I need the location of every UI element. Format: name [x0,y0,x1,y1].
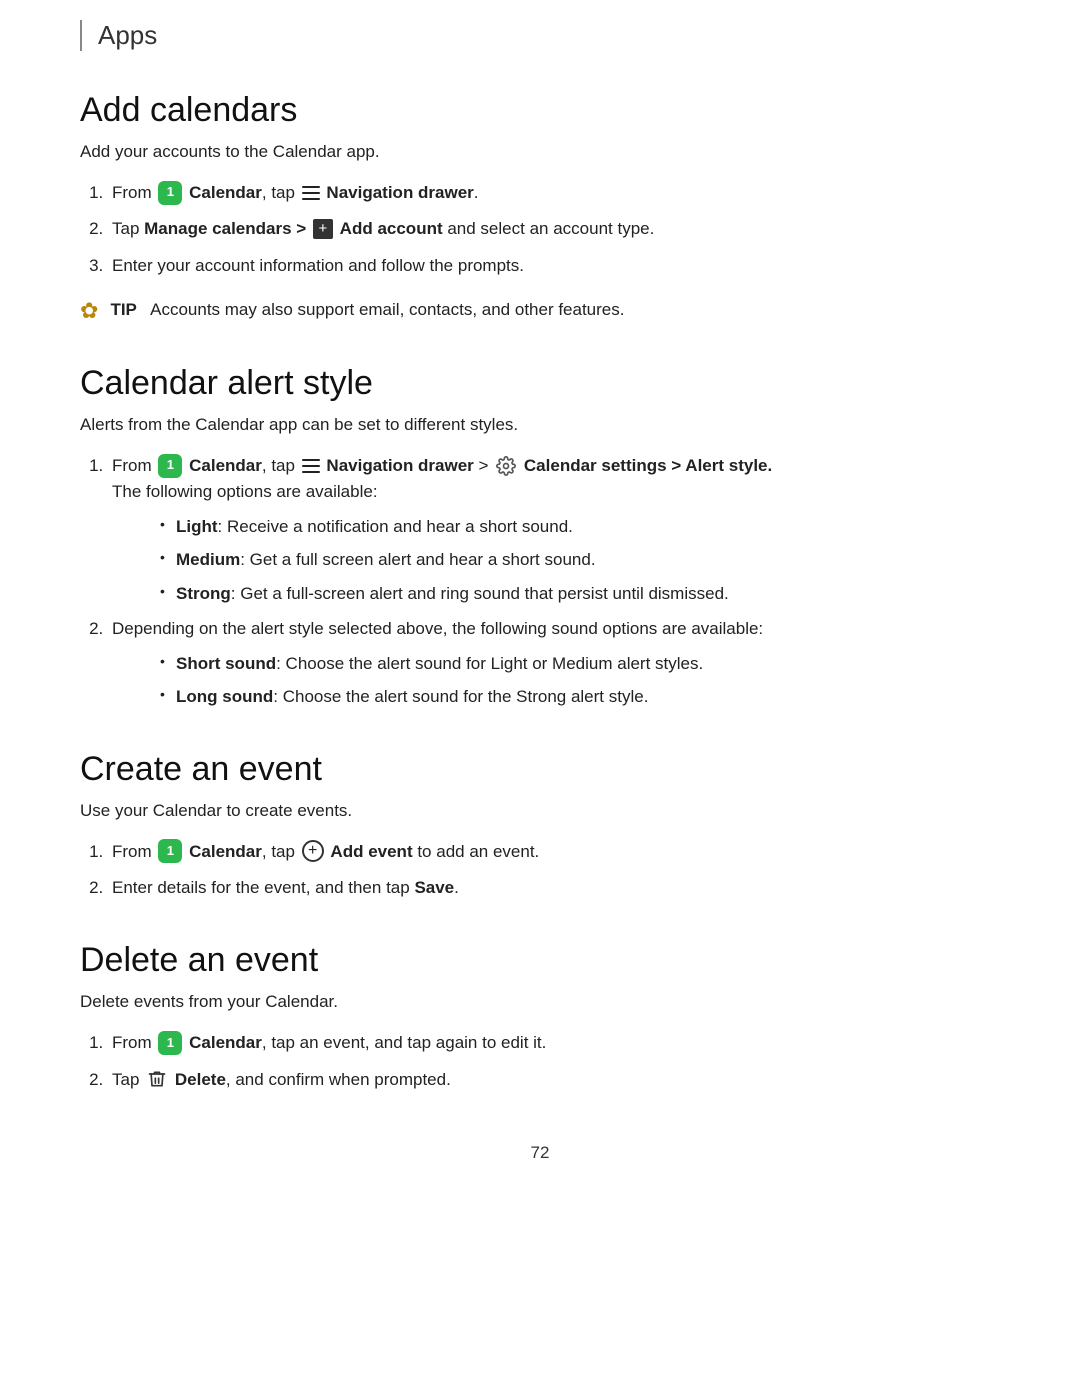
section-delete-event: Delete an event Delete events from your … [80,941,1000,1093]
steps-add-calendars: From 1 Calendar, tap Navigation drawer. … [108,180,1000,279]
step-2-delete-event: Tap Delete, and confirm when prompted. [108,1067,1000,1093]
bullet-long-sound: Long sound: Choose the alert sound for t… [160,684,1000,710]
bullet-strong: Strong: Get a full-screen alert and ring… [160,581,1000,607]
calendar-label-2: Calendar [189,456,262,475]
delete-label: Delete [175,1070,226,1089]
app-name-calendar: Calendar [189,183,262,202]
intro-delete-event: Delete events from your Calendar. [80,992,1000,1012]
add-event-icon: + [302,840,324,862]
sound-options-bullets: Short sound: Choose the alert sound for … [160,651,1000,710]
step-2-calendar-alert-style: Depending on the alert style selected ab… [108,616,1000,709]
tip-box: ✿ TIP Accounts may also support email, c… [80,297,1000,324]
step-1-delete-event: From 1 Calendar, tap an event, and tap a… [108,1030,1000,1056]
alert-style-subtext: The following options are available: [112,482,378,501]
steps-delete-event: From 1 Calendar, tap an event, and tap a… [108,1030,1000,1093]
bullet-medium: Medium: Get a full screen alert and hear… [160,547,1000,573]
nav-drawer-icon [302,186,320,200]
step-3-add-calendars: Enter your account information and follo… [108,253,1000,279]
heading-delete-event: Delete an event [80,941,1000,980]
header-title: Apps [98,20,157,50]
section-create-event: Create an event Use your Calendar to cre… [80,750,1000,902]
header: Apps [80,20,1000,51]
step-1-calendar-alert-style: From 1 Calendar, tap Navigation drawer >… [108,453,1000,606]
steps-calendar-alert-style: From 1 Calendar, tap Navigation drawer >… [108,453,1000,710]
page-number: 72 [80,1143,1000,1163]
calendar-app-icon-2: 1 [158,454,182,478]
steps-create-event: From 1 Calendar, tap + Add event to add … [108,839,1000,902]
calendar-app-icon: 1 [158,181,182,205]
calendar-label-3: Calendar [189,842,262,861]
bullet-short-sound: Short sound: Choose the alert sound for … [160,651,1000,677]
step-1-add-calendars: From 1 Calendar, tap Navigation drawer. [108,180,1000,206]
step-2-create-event: Enter details for the event, and then ta… [108,875,1000,901]
heading-calendar-alert-style: Calendar alert style [80,364,1000,403]
section-add-calendars: Add calendars Add your accounts to the C… [80,91,1000,324]
bullet-light: Light: Receive a notification and hear a… [160,514,1000,540]
alert-style-bullets: Light: Receive a notification and hear a… [160,514,1000,607]
calendar-app-icon-3: 1 [158,839,182,863]
trash-icon [146,1068,168,1090]
long-sound-label: Long sound [176,687,273,706]
add-event-label: Add event [330,842,412,861]
heading-create-event: Create an event [80,750,1000,789]
light-label: Light [176,517,218,536]
add-account-icon: + [313,219,333,239]
manage-calendars-label: Manage calendars > [144,219,306,238]
nav-drawer-label: Navigation drawer [326,183,473,202]
tip-label: TIP [110,300,136,319]
calendar-app-icon-4: 1 [158,1031,182,1055]
calendar-label-4: Calendar [189,1033,262,1052]
tip-icon: ✿ [80,298,98,324]
intro-calendar-alert-style: Alerts from the Calendar app can be set … [80,415,1000,435]
heading-add-calendars: Add calendars [80,91,1000,130]
medium-label: Medium [176,550,240,569]
step-1-create-event: From 1 Calendar, tap + Add event to add … [108,839,1000,865]
add-account-label: Add account [340,219,443,238]
tip-text: TIP Accounts may also support email, con… [110,297,624,323]
intro-add-calendars: Add your accounts to the Calendar app. [80,142,1000,162]
page-container: Apps Add calendars Add your accounts to … [0,0,1080,1397]
strong-label: Strong [176,584,231,603]
section-calendar-alert-style: Calendar alert style Alerts from the Cal… [80,364,1000,710]
nav-drawer-icon-2 [302,459,320,473]
settings-gear-icon [495,455,517,477]
calendar-settings-label: Calendar settings > Alert style. [524,456,772,475]
short-sound-label: Short sound [176,654,276,673]
step-2-add-calendars: Tap Manage calendars > + Add account and… [108,216,1000,242]
intro-create-event: Use your Calendar to create events. [80,801,1000,821]
nav-drawer-label-2: Navigation drawer [326,456,473,475]
save-label: Save [414,878,454,897]
